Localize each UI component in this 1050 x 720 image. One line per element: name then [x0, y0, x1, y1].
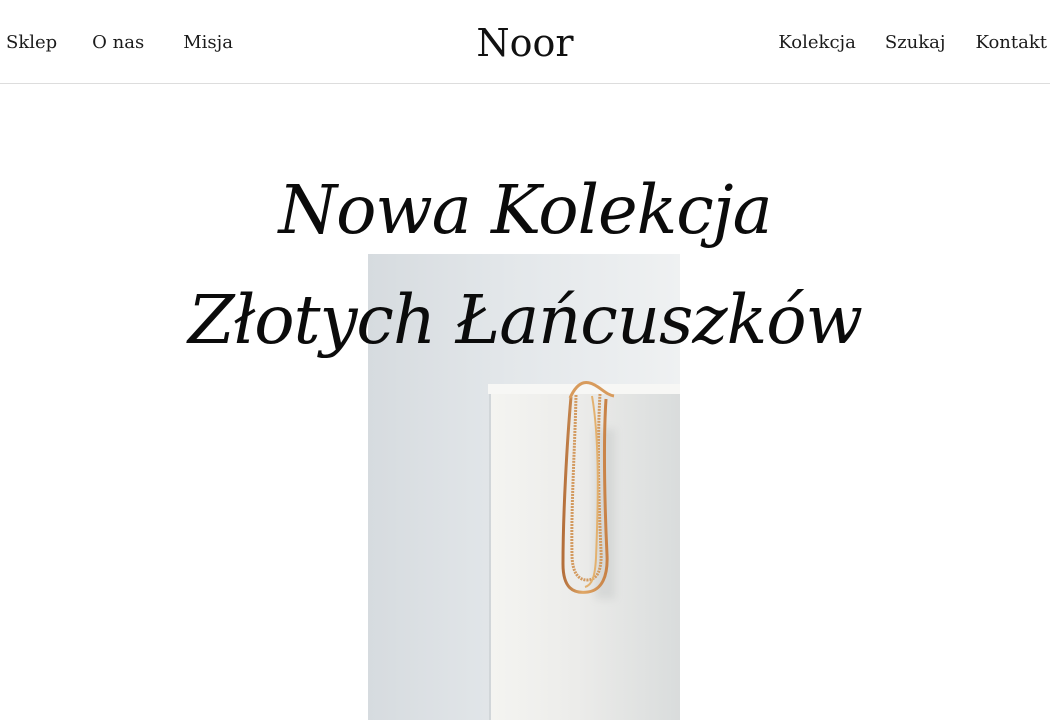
hero-headline: Nowa Kolekcja Złotych Łańcuszków [0, 155, 1050, 375]
gold-chain-loop-right [584, 395, 599, 588]
nav-link-search[interactable]: Szukaj [885, 30, 946, 56]
site-header: Sklep O nas Misja Noor Kolekcja Szukaj K… [0, 0, 1050, 84]
nav-link-collection[interactable]: Kolekcja [778, 30, 856, 56]
hero-title-line-1: Nowa Kolekcja [278, 171, 772, 249]
hero-title-line-2: Złotych Łańcuszków [188, 281, 863, 359]
right-navigation: Kolekcja Szukaj Kontakt [778, 30, 1047, 56]
nav-link-contact[interactable]: Kontakt [976, 30, 1048, 56]
